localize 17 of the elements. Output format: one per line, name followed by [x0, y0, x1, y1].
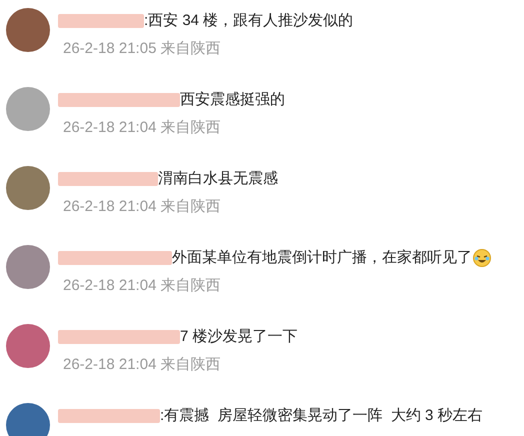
comment-text: :西安 34 楼，跟有人推沙发似的 — [144, 10, 354, 31]
avatar[interactable] — [6, 87, 50, 131]
comment-time: 26-2-18 21:04 来自陕西 — [63, 197, 222, 217]
avatar[interactable] — [6, 8, 50, 52]
comment-time: 26-2-18 21:05 来自陕西 — [63, 39, 222, 59]
avatar[interactable] — [6, 166, 50, 210]
comment-text: 西安震感挺强的 — [180, 90, 285, 110]
avatar[interactable] — [6, 324, 50, 368]
avatar[interactable] — [6, 403, 50, 436]
comment-time: 26-2-18 21:04 来自陕西 — [63, 118, 222, 138]
comment-text: 外面某单位有地震倒计时广播，在家都听见了 — [172, 248, 472, 268]
comment-text: 7 楼沙发晃了一下 — [180, 326, 298, 347]
comment-text: :有震撼 房屋轻微密集晃动了一阵 大约 3 秒左右 — [160, 406, 483, 426]
comment-time: 26-2-18 21:04 来自陕西 — [63, 355, 222, 375]
avatar[interactable] — [6, 245, 50, 289]
comment-time: 26-2-18 21:04 来自陕西 — [63, 276, 222, 296]
comment-text: 渭南白水县无震感 — [158, 168, 278, 189]
